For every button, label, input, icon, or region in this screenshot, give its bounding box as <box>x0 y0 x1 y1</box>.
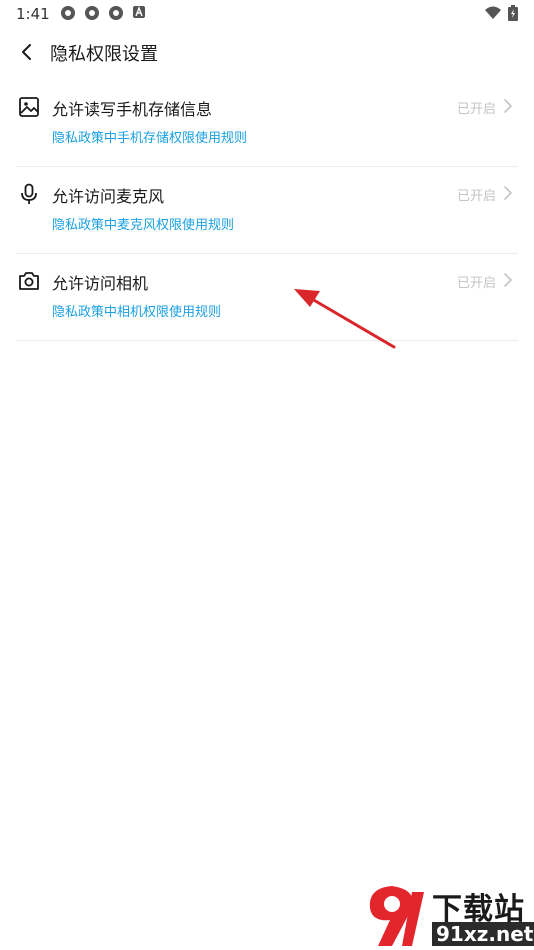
battery-icon <box>508 5 518 21</box>
image-icon <box>19 97 39 117</box>
notification-app-icon <box>61 6 75 20</box>
permission-row-camera[interactable]: 允许访问相机 隐私政策中相机权限使用规则 已开启 <box>16 254 518 341</box>
permission-status: 已开启 <box>456 276 496 291</box>
status-bar: 1:41 <box>0 0 534 28</box>
microphone-icon <box>21 183 37 204</box>
permission-title: 允许访问相机 <box>52 274 149 293</box>
permission-title: 允许访问麦克风 <box>52 187 165 206</box>
policy-link[interactable]: 隐私政策中相机权限使用规则 <box>52 301 221 320</box>
permission-title: 允许读写手机存储信息 <box>52 100 213 119</box>
permission-list: 允许读写手机存储信息 隐私政策中手机存储权限使用规则 已开启 允许访问麦克风 隐… <box>0 80 534 341</box>
permission-status: 已开启 <box>456 189 496 204</box>
notification-icons <box>60 5 146 21</box>
annotation-arrow <box>294 289 396 349</box>
permission-row-storage[interactable]: 允许读写手机存储信息 隐私政策中手机存储权限使用规则 已开启 <box>16 80 518 167</box>
chevron-right-icon <box>504 186 512 200</box>
permission-status: 已开启 <box>456 102 496 117</box>
policy-link[interactable]: 隐私政策中麦克风权限使用规则 <box>52 214 234 233</box>
permission-row-microphone[interactable]: 允许访问麦克风 隐私政策中麦克风权限使用规则 已开启 <box>16 167 518 254</box>
chevron-left-icon <box>22 44 31 60</box>
chevron-right-icon <box>504 273 512 287</box>
status-right <box>484 5 518 21</box>
back-button[interactable] <box>12 38 40 66</box>
watermark-domain: 91xz.net <box>432 922 534 946</box>
notification-a-icon <box>133 6 145 18</box>
notification-app-icon <box>85 6 99 20</box>
notification-app-icon <box>109 6 123 20</box>
policy-link[interactable]: 隐私政策中手机存储权限使用规则 <box>52 127 247 146</box>
wifi-icon <box>485 6 501 19</box>
page-title: 隐私权限设置 <box>50 44 158 65</box>
watermark-logo-icon <box>369 886 424 946</box>
app-header: 隐私权限设置 <box>0 34 534 70</box>
chevron-right-icon <box>504 99 512 113</box>
camera-icon <box>19 272 39 290</box>
status-time: 1:41 <box>16 5 50 23</box>
watermark: 下载站 91xz.net <box>362 882 534 950</box>
